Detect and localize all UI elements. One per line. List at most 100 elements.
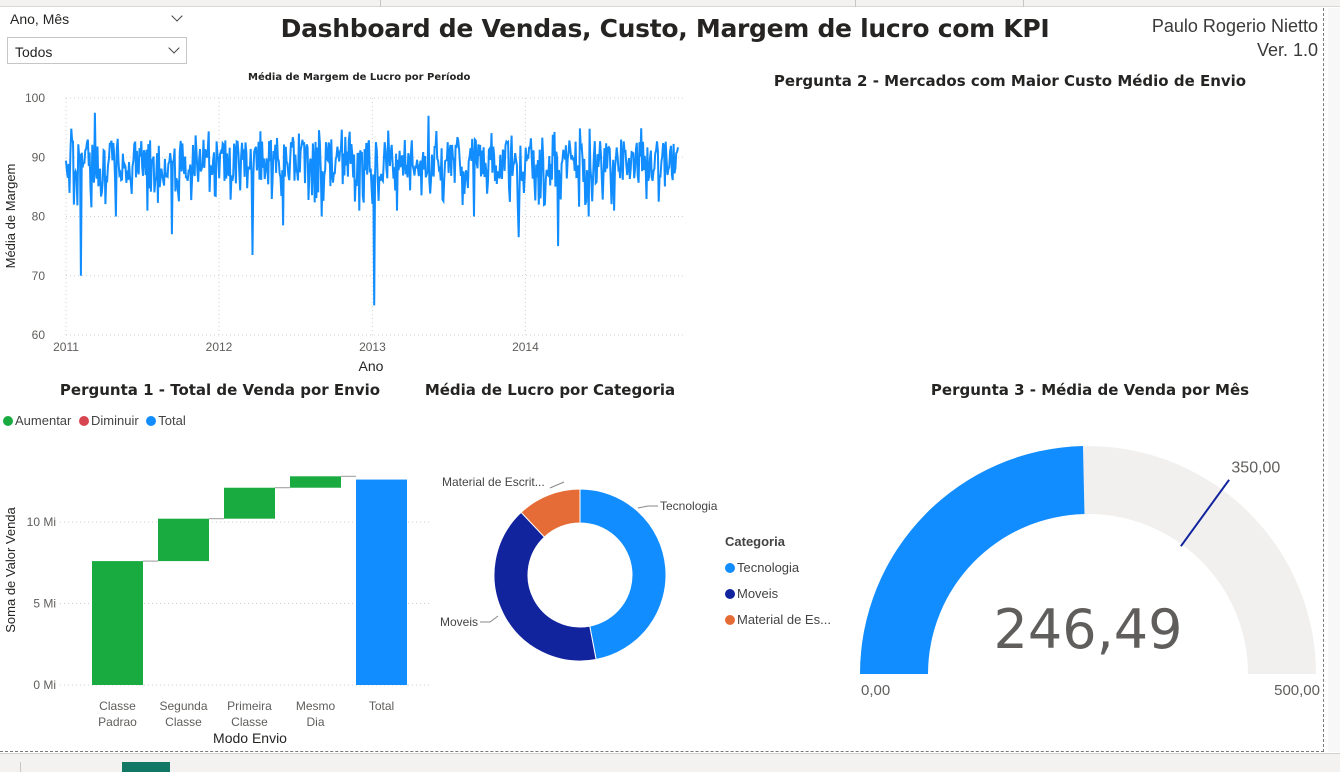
dashboard-title: Dashboard de Vendas, Custo, Margem de lu…	[280, 14, 1050, 43]
donut-slice[interactable]	[579, 488, 667, 661]
waterfall-bar[interactable]	[158, 518, 209, 562]
line-y-tick: 60	[32, 328, 46, 342]
treemap-value: 27,84	[921, 222, 952, 236]
legend-item-moveis[interactable]: Moveis	[725, 581, 831, 607]
treemap-cell-eu[interactable]: EU 27,84	[915, 96, 1117, 239]
treemap-value: 17,78	[1229, 269, 1260, 283]
menu-separator	[380, 0, 381, 7]
donut-callout-moveis: Moveis	[440, 615, 478, 629]
waterfall-y-axis-title: Soma de Valor Venda	[3, 506, 18, 632]
callout-line	[480, 615, 499, 623]
line-x-axis-title: Ano	[359, 358, 384, 374]
treemap-cell-latam[interactable]: LATAM 26,46	[915, 239, 1117, 375]
gauge-title: Pergunta 3 - Média de Venda por Mês	[930, 381, 1250, 399]
waterfall-bar[interactable]	[224, 487, 275, 519]
treemap-value: 29,14	[705, 219, 736, 233]
line-y-tick: 80	[32, 210, 46, 224]
donut-callout-tecnologia: Tecnologia	[660, 499, 718, 513]
gauge-max-label: 500,00	[1274, 682, 1320, 699]
legend-label: Moveis	[737, 586, 779, 601]
treemap-cell-emea[interactable]: EMEA 17,48	[1117, 286, 1320, 375]
waterfall-chart[interactable]: 10 Mi 5 Mi 0 Mi Classe Padrao Segunda Classe P…	[0, 430, 440, 750]
treemap-label: LATAM	[921, 246, 963, 261]
treemap-cell-us[interactable]: US 28,94	[699, 236, 915, 375]
line-y-axis-title: Média de Margem	[3, 164, 18, 269]
page-tab-active[interactable]	[122, 762, 170, 772]
legend-dot-icon	[725, 615, 735, 625]
legend-label: Tecnologia	[737, 560, 800, 575]
treemap-value: 28,94	[705, 358, 736, 372]
menu-separator	[1023, 0, 1024, 7]
waterfall-bar[interactable]	[92, 561, 143, 685]
legend-dot-icon	[79, 416, 89, 426]
legend-item-aumentar[interactable]: Aumentar	[15, 413, 71, 428]
top-menu-strip	[0, 0, 1340, 7]
line-x-tick: 2011	[53, 340, 79, 354]
period-slicer[interactable]: Ano, Mês	[10, 10, 190, 31]
treemap-label: US	[705, 243, 724, 258]
legend-item-material[interactable]: Material de Es...	[725, 607, 831, 633]
waterfall-bar[interactable]	[356, 479, 407, 685]
donut-legend: Categoria Tecnologia Moveis Material de …	[725, 529, 831, 633]
waterfall-y-tick: 5 Mi	[33, 596, 56, 610]
legend-title: Categoria	[725, 534, 785, 549]
line-chart-title: Média de Margem de Lucro por Período	[248, 72, 471, 83]
treemap-cell-canada[interactable]: Canada 17,78	[1223, 96, 1320, 286]
legend-dot-icon	[146, 416, 157, 426]
legend-dot-icon	[725, 563, 735, 573]
waterfall-y-tick: 0 Mi	[33, 678, 56, 692]
gauge-min-label: 0,00	[861, 682, 890, 699]
donut-callout-material: Material de Escrit...	[442, 475, 545, 489]
menu-separator	[855, 0, 856, 7]
period-slicer-label: Ano, Mês	[10, 11, 70, 27]
waterfall-x-tick: Total	[369, 699, 394, 713]
treemap-cell-apac[interactable]: APAC 29,14	[699, 96, 915, 236]
treemap[interactable]: APAC 29,14 US 28,94 EU 27,84 LATAM 26,46…	[699, 96, 1320, 375]
page-tab[interactable]	[20, 762, 120, 772]
gauge-target-label: 350,00	[1231, 460, 1280, 477]
line-x-tick: 2013	[359, 340, 386, 354]
treemap-label: Canada	[1229, 103, 1275, 118]
waterfall-legend: Aumentar Diminuir Total	[3, 413, 186, 428]
line-x-tick: 2012	[206, 340, 233, 354]
callout-line	[549, 481, 565, 489]
legend-item-diminuir[interactable]: Diminuir	[91, 413, 139, 428]
legend-dot-icon	[3, 416, 13, 426]
waterfall-bar[interactable]	[290, 476, 341, 488]
line-y-tick: 90	[32, 150, 46, 164]
chevron-down-icon[interactable]	[168, 42, 180, 54]
waterfall-x-axis-title: Modo Envio	[213, 730, 287, 746]
treemap-value: 26,46	[921, 358, 952, 372]
author-block: Paulo Rogerio Nietto Ver. 1.0	[1152, 14, 1318, 62]
waterfall-x-tick: Segunda Classe	[159, 699, 207, 729]
version-label: Ver. 1.0	[1256, 40, 1318, 60]
legend-label: Material de Es...	[737, 612, 831, 627]
treemap-title: Pergunta 2 - Mercados com Maior Custo Mé…	[773, 72, 1247, 90]
treemap-cell-africa[interactable]: Africa 19,44	[1117, 96, 1223, 286]
legend-item-tecnologia[interactable]: Tecnologia	[725, 555, 831, 581]
page-tabs-bar	[0, 753, 1340, 772]
legend-item-total[interactable]: Total	[158, 413, 185, 428]
gauge-value: 246,49	[994, 598, 1183, 661]
line-chart[interactable]: 100 90 80 70 60 2011 2012 2013 2014 Ano Média d…	[0, 88, 695, 380]
treemap-value: 17,48	[1123, 358, 1154, 372]
filter-dropdown-value: Todos	[15, 44, 53, 60]
waterfall-y-tick: 10 Mi	[27, 515, 56, 529]
line-y-tick: 100	[25, 91, 45, 105]
callout-line	[637, 505, 658, 509]
waterfall-x-tick: Mesmo Dia	[296, 699, 336, 729]
treemap-label: APAC	[705, 103, 740, 118]
chevron-down-icon[interactable]	[171, 10, 183, 22]
gauge-chart[interactable]: 350,00 246,49 0,00 500,00	[840, 430, 1330, 720]
author-name: Paulo Rogerio Nietto	[1151, 16, 1318, 36]
waterfall-x-tick: Classe Padrao	[98, 699, 137, 729]
waterfall-title: Pergunta 1 - Total de Venda por Envio	[59, 381, 381, 399]
line-y-tick: 70	[32, 269, 46, 283]
waterfall-x-tick: Primeira Classe	[227, 699, 272, 729]
treemap-label: EMEA	[1123, 293, 1160, 308]
line-x-tick: 2014	[512, 340, 539, 354]
treemap-label: Africa	[1123, 103, 1157, 118]
treemap-label: EU	[921, 103, 940, 118]
filter-dropdown[interactable]: Todos	[7, 37, 187, 64]
line-series-margem[interactable]	[65, 112, 679, 306]
